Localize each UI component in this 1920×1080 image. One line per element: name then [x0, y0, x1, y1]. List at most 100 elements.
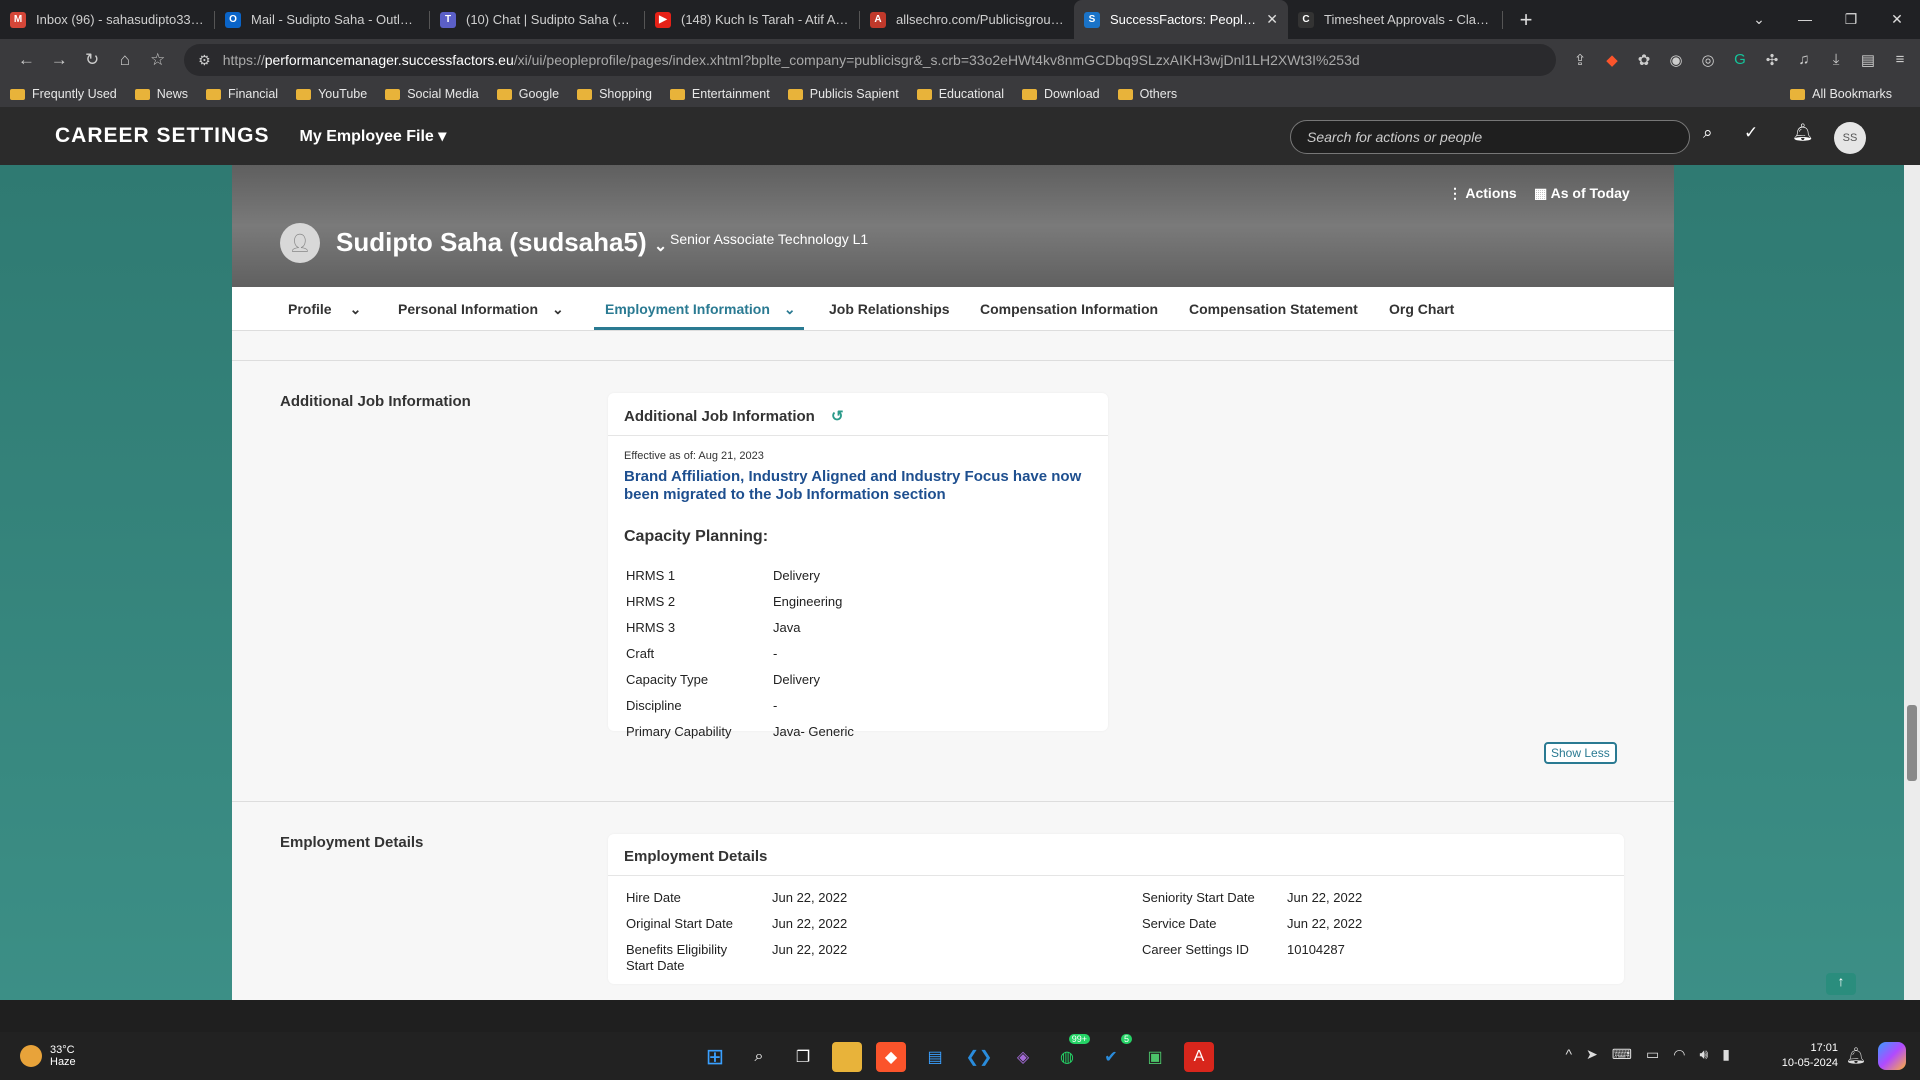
page-scrollbar[interactable] [1904, 165, 1920, 1000]
browser-tab-clarizen[interactable]: C Timesheet Approvals - Clarizen.com [1288, 0, 1502, 39]
puzzle-icon[interactable]: ✣ [1762, 51, 1782, 69]
chevron-down-icon[interactable]: ⌄ [654, 238, 667, 255]
as-of-today-button[interactable]: ▦ As of Today [1534, 185, 1630, 202]
actions-button[interactable]: ⋮ Actions [1448, 185, 1517, 202]
tab-job-relationships[interactable]: Job Relationships [829, 301, 950, 317]
bookmark-folder[interactable]: Google [496, 87, 559, 101]
search-icon[interactable]: ⌕ [744, 1042, 774, 1072]
notification-bell-icon[interactable]: 🔔︎ [1846, 1046, 1866, 1066]
browser-tab-gmail[interactable]: M Inbox (96) - sahasudipto336@gmail [0, 0, 214, 39]
bookmark-folder[interactable]: Social Media [385, 87, 479, 101]
battery-icon[interactable]: ▮ [1722, 1046, 1730, 1063]
all-bookmarks[interactable]: All Bookmarks [1790, 87, 1892, 101]
user-avatar[interactable]: SS [1834, 122, 1866, 154]
minimize-icon[interactable]: — [1782, 11, 1828, 28]
copilot-icon[interactable] [1878, 1042, 1906, 1070]
share-icon[interactable]: ⇪ [1570, 51, 1590, 69]
display-icon[interactable]: ▭ [1646, 1046, 1659, 1063]
approvals-icon[interactable]: ✓ [1744, 123, 1758, 143]
back-icon[interactable]: ← [10, 50, 43, 70]
brave-browser-icon[interactable]: ◆ [876, 1042, 906, 1072]
field-value: Jun 22, 2022 [772, 942, 848, 957]
grammarly-icon[interactable]: G [1730, 51, 1750, 69]
tab-label: Employment Information [605, 301, 770, 317]
task-view-icon[interactable]: ❐ [788, 1042, 818, 1072]
whatsapp-icon[interactable]: ◍ 99+ [1052, 1034, 1090, 1072]
bell-icon[interactable]: 🔔︎ [1792, 123, 1814, 143]
keyboard-icon[interactable]: ⌨ [1612, 1046, 1632, 1063]
volume-icon[interactable]: 🔊︎ [1699, 1046, 1708, 1063]
acrobat-icon[interactable]: A [1184, 1042, 1214, 1072]
new-tab-icon[interactable]: + [1511, 7, 1541, 33]
bookmark-label: News [156, 87, 189, 101]
sidebar-icon[interactable]: ▤ [1858, 51, 1878, 69]
browser-tab-teams[interactable]: T (10) Chat | Sudipto Saha (You) | Micr [430, 0, 644, 39]
chevron-up-icon[interactable]: ^ [1565, 1046, 1572, 1063]
profile-name[interactable]: Sudipto Saha (sudsaha5) ⌄ [336, 227, 667, 258]
capacity-planning-heading: Capacity Planning: [624, 528, 769, 545]
visual-studio-icon[interactable]: ◈ [1008, 1042, 1038, 1072]
music-icon[interactable]: ♫ [1794, 51, 1814, 69]
tab-compensation-information[interactable]: Compensation Information [980, 301, 1158, 317]
bookmark-folder[interactable]: News [134, 87, 189, 101]
bookmark-icon[interactable]: ☆ [141, 50, 174, 70]
restore-icon[interactable]: ❐ [1828, 11, 1874, 28]
bookmark-folder[interactable]: Download [1022, 87, 1100, 101]
browser-tab-outlook[interactable]: O Mail - Sudipto Saha - Outlook [215, 0, 429, 39]
weather-widget[interactable]: 33°C Haze [20, 1044, 76, 1068]
employee-file-menu[interactable]: My Employee File ▾ [300, 126, 447, 146]
close-window-icon[interactable]: ✕ [1874, 11, 1920, 28]
search-icon[interactable]: ⌕ [1703, 123, 1713, 143]
wifi-icon[interactable]: ◠ [1673, 1046, 1685, 1063]
clock[interactable]: 17:01 10-05-2024 [1782, 1041, 1838, 1071]
site-info-icon[interactable]: ⚙ [198, 52, 211, 69]
forward-icon[interactable]: → [43, 50, 76, 70]
tab-employment-information[interactable]: Employment Information ⌄ [605, 301, 796, 318]
browser-tab-youtube[interactable]: ▶ (148) Kuch Is Tarah - Atif Aslam | [645, 0, 859, 39]
history-icon[interactable]: ↺ [831, 408, 844, 425]
send-icon[interactable]: ➤ [1586, 1046, 1598, 1063]
tab-personal-information[interactable]: Personal Information ⌄ [398, 301, 564, 318]
scrollbar-thumb[interactable] [1907, 705, 1917, 781]
field-label: Career Settings ID [1142, 942, 1249, 957]
browser-tab-successfactors[interactable]: S SuccessFactors: People Profile✕ [1074, 0, 1288, 39]
tab-org-chart[interactable]: Org Chart [1389, 301, 1454, 317]
bookmark-folder[interactable]: Shopping [577, 87, 652, 101]
tab-search-icon[interactable]: ⌄ [1736, 11, 1782, 28]
tab-profile[interactable]: Profile ⌄ [288, 301, 361, 318]
home-icon[interactable]: ⌂ [108, 50, 141, 70]
bookmark-folder[interactable]: Educational [916, 87, 1004, 101]
vscode-icon[interactable]: ❮❯ [964, 1042, 994, 1072]
todo-icon[interactable]: ✔ 5 [1096, 1034, 1132, 1072]
notepad-icon[interactable]: ▤ [920, 1042, 950, 1072]
field-value: Jun 22, 2022 [1287, 890, 1363, 905]
search-input[interactable]: Search for actions or people [1290, 120, 1690, 154]
field-value: Delivery [773, 671, 820, 687]
bookmark-folder[interactable]: YouTube [296, 87, 367, 101]
windows-start-icon[interactable]: ⊞ [700, 1042, 730, 1072]
bookmark-folder[interactable]: Financial [206, 87, 278, 101]
show-less-button[interactable]: Show Less [1544, 742, 1617, 764]
extension-icon[interactable]: ◉ [1666, 51, 1686, 69]
bookmark-folder[interactable]: Entertainment [669, 87, 770, 101]
field-label: Capacity Type [626, 671, 709, 687]
profile-page: 👤︎ Sudipto Saha (sudsaha5) ⌄ Senior Asso… [232, 165, 1674, 1000]
tab-compensation-statement[interactable]: Compensation Statement [1189, 301, 1358, 317]
extension-icon[interactable]: ◎ [1698, 51, 1718, 69]
scroll-to-top-button[interactable]: ↑ [1826, 973, 1856, 995]
download-icon[interactable]: ⤓ [1826, 51, 1846, 69]
remote-desktop-icon[interactable]: ▣ [1140, 1042, 1170, 1072]
close-tab-icon[interactable]: ✕ [1258, 11, 1278, 28]
url-bar[interactable]: ⚙ https://performancemanager.successfact… [184, 44, 1557, 76]
reload-icon[interactable]: ↻ [76, 50, 109, 70]
brave-shield-icon[interactable]: ◆ [1602, 51, 1622, 69]
menu-icon[interactable]: ≡ [1890, 51, 1910, 69]
browser-tab-allsec[interactable]: Aallsechro.com/Publicisgroupe/comm [860, 0, 1074, 39]
bookmark-folder[interactable]: Publicis Sapient [787, 87, 899, 101]
bookmark-folder[interactable]: Frequntly Used [10, 87, 117, 101]
outlook-icon: O [225, 11, 241, 28]
brand-logo[interactable]: CAREER SETTINGS [55, 124, 270, 148]
bookmark-folder[interactable]: Others [1117, 87, 1177, 101]
extension-icon[interactable]: ✿ [1634, 51, 1654, 69]
file-explorer-icon[interactable] [832, 1042, 862, 1072]
